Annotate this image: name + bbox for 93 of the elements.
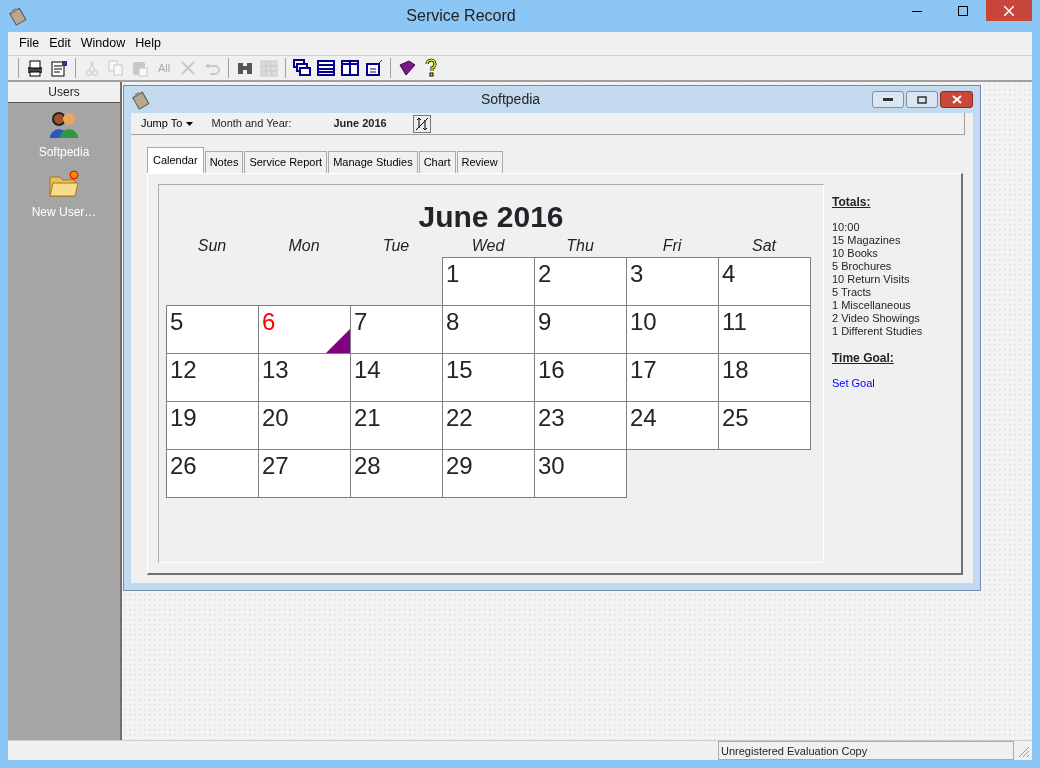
calendar-day[interactable]: 26	[166, 448, 259, 498]
calendar-day[interactable]: 29	[442, 448, 535, 498]
tile-vertical-button[interactable]	[338, 57, 362, 79]
field-label: Month and Year:	[211, 116, 292, 132]
people-icon	[48, 111, 80, 139]
cascade-windows-button[interactable]	[290, 57, 314, 79]
tab[interactable]: Review	[456, 151, 503, 173]
sort-button[interactable]	[412, 114, 431, 133]
restore-icon	[917, 95, 927, 104]
tab[interactable]: Chart	[418, 151, 456, 173]
window-title: Service Record	[405, 6, 517, 26]
close-button[interactable]	[986, 0, 1032, 21]
calendar-day[interactable]: 13	[258, 352, 351, 402]
printer-icon	[25, 58, 45, 78]
total-line: 10:00	[832, 220, 861, 234]
weekday-label: Thu	[565, 235, 595, 256]
tab[interactable]: Calendar	[147, 147, 204, 173]
menu-item[interactable]: Edit	[44, 34, 76, 53]
minimize-icon	[883, 97, 893, 102]
calendar-day[interactable]: 10	[626, 304, 719, 354]
menu-item[interactable]: Help	[130, 34, 166, 53]
calendar-day[interactable]: 25	[718, 400, 811, 450]
tab[interactable]: Service Report	[244, 151, 328, 173]
menu-item[interactable]: File	[14, 34, 45, 53]
calendar-day[interactable]: 28	[350, 448, 443, 498]
close-icon	[1004, 5, 1014, 16]
tab[interactable]: Manage Studies	[328, 151, 418, 173]
set-goal-link[interactable]: Set Goal	[832, 376, 875, 389]
total-line: 10 Return Visits	[832, 272, 911, 286]
calendar-day[interactable]: 3	[626, 256, 719, 306]
total-line: 5 Tracts	[832, 285, 873, 299]
calendar-day[interactable]: 6	[258, 304, 351, 354]
calendar-day[interactable]: 30	[534, 448, 627, 498]
calendar-day[interactable]: 17	[626, 352, 719, 402]
grid-icon	[259, 58, 279, 78]
calendar-day[interactable]: 22	[442, 400, 535, 450]
folder-icon	[48, 169, 80, 199]
tile-vertical-icon	[340, 58, 360, 78]
month-value: June 2016	[333, 116, 387, 132]
weekday-label: Fri	[661, 235, 683, 256]
calendar-day[interactable]: 18	[718, 352, 811, 402]
window-title: Softpedia	[479, 90, 542, 109]
calendar-day[interactable]: 12	[166, 352, 259, 402]
total-line: 2 Video Showings	[832, 311, 921, 325]
calendar-day[interactable]: 7	[350, 304, 443, 354]
total-line: 5 Brochures	[832, 259, 893, 273]
minimize-button[interactable]	[872, 91, 904, 108]
weekday-label: Wed	[470, 235, 506, 256]
close-icon	[951, 95, 962, 104]
resize-grip-icon[interactable]	[1018, 746, 1030, 758]
status-text: Unregistered Evaluation Copy	[718, 741, 1014, 760]
tile-horizontal-icon	[316, 58, 336, 78]
calendar-day[interactable]: 9	[534, 304, 627, 354]
caret-icon	[186, 121, 194, 126]
menu-item[interactable]: Window	[75, 34, 131, 53]
total-line: 15 Magazines	[832, 233, 902, 247]
cascade-windows-icon	[292, 58, 312, 78]
document-icon	[49, 58, 69, 78]
restore-button[interactable]	[906, 91, 938, 108]
calendar-title: June 2016	[417, 198, 565, 235]
tab[interactable]: Notes	[204, 151, 244, 173]
total-line: 1 Different Studies	[832, 324, 923, 338]
copy-icon	[106, 58, 126, 78]
weekday-label: Mon	[287, 235, 321, 256]
panel-header: Users	[8, 82, 120, 103]
total-line: 10 Books	[832, 246, 879, 260]
section-heading: Totals:	[832, 195, 872, 209]
tile-horizontal-button[interactable]	[314, 57, 338, 79]
calendar-day[interactable]: 1	[442, 256, 535, 306]
calendar-day[interactable]: 11	[718, 304, 811, 354]
calendar-day[interactable]: 21	[350, 400, 443, 450]
calendar-day[interactable]: 8	[442, 304, 535, 354]
calendar-day[interactable]: 23	[534, 400, 627, 450]
jump-to-menu[interactable]: Jump To	[137, 115, 198, 132]
calendar-day[interactable]: 19	[166, 400, 259, 450]
weekday-label: Sun	[196, 235, 228, 256]
weekday-label: Sat	[751, 235, 778, 256]
total-line: 1 Miscellaneous	[832, 298, 912, 312]
calendar-day[interactable]: 14	[350, 352, 443, 402]
sort-icon	[414, 116, 429, 131]
calendar-day[interactable]: 16	[534, 352, 627, 402]
window-icon	[364, 58, 384, 78]
calendar-day[interactable]: 2	[534, 256, 627, 306]
section-heading: Time Goal:	[832, 351, 895, 365]
weekday-label: Tue	[381, 235, 411, 256]
calendar-day[interactable]: 24	[626, 400, 719, 450]
calendar-day[interactable]: 15	[442, 352, 535, 402]
calendar-day[interactable]: 27	[258, 448, 351, 498]
calendar-day[interactable]: 5	[166, 304, 259, 354]
calendar-day[interactable]: 4	[718, 256, 811, 306]
close-button[interactable]	[940, 91, 973, 108]
calendar-day[interactable]: 20	[258, 400, 351, 450]
maximize-icon	[958, 5, 968, 16]
